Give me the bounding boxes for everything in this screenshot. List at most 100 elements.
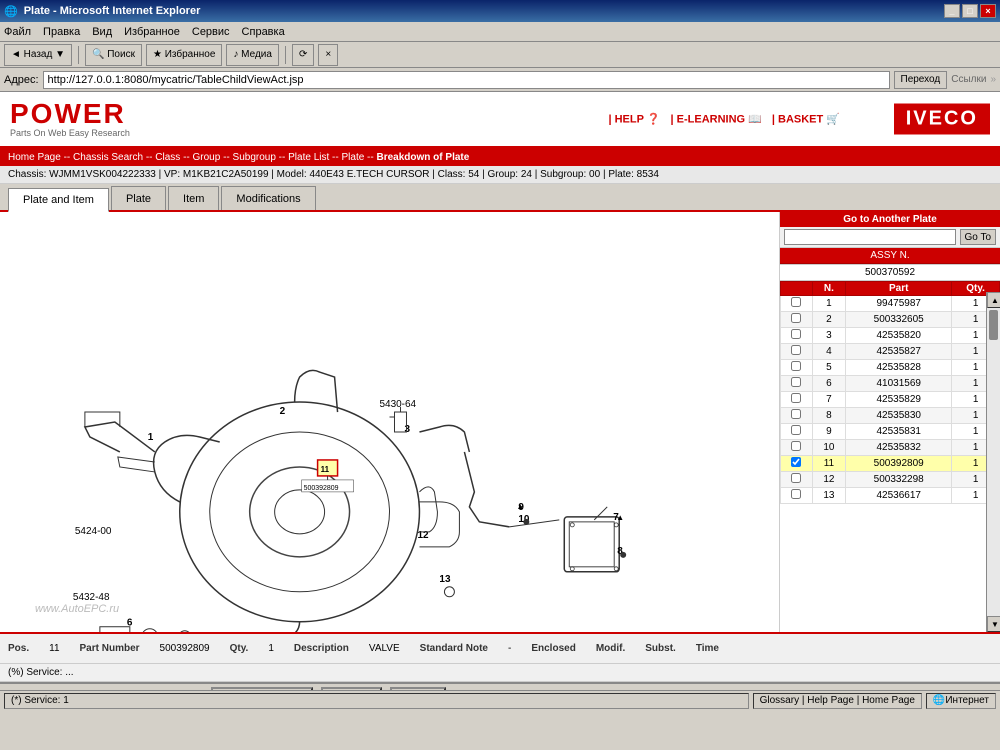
favorites-button[interactable]: ★ Избранное [146, 44, 222, 66]
toolbar-icon-2[interactable]: × [318, 44, 338, 66]
menu-view[interactable]: Вид [92, 26, 112, 38]
row-part[interactable]: 42535830 [846, 408, 952, 424]
go-button[interactable]: Переход [894, 71, 948, 89]
row-part[interactable]: 42535827 [846, 344, 952, 360]
table-row[interactable]: 8 42535830 1 [781, 408, 1000, 424]
table-row[interactable]: 10 42535832 1 [781, 440, 1000, 456]
breadcrumb-subgroup[interactable]: Subgroup [233, 152, 276, 163]
browser-content: POWER Parts On Web Easy Research | HELP … [0, 92, 1000, 690]
row-part[interactable]: 500392809 [846, 456, 952, 472]
close-button[interactable]: × [980, 4, 996, 18]
table-row[interactable]: 9 42535831 1 [781, 424, 1000, 440]
menu-favorites[interactable]: Избранное [124, 26, 180, 38]
menu-edit[interactable]: Правка [43, 26, 80, 38]
row-checkbox[interactable] [781, 424, 813, 440]
main-area: 11 500392809 1 2 3 5430-64 5424-00 [0, 212, 1000, 632]
globe-icon: 🌐 [933, 695, 945, 706]
note-value: - [508, 643, 511, 654]
print-button[interactable]: Print 🖨️ [321, 687, 382, 690]
tab-modifications[interactable]: Modifications [221, 186, 315, 210]
table-row[interactable]: 13 42536617 1 [781, 488, 1000, 504]
row-part[interactable]: 42535820 [846, 328, 952, 344]
row-num: 4 [812, 344, 846, 360]
breadcrumb-chassis[interactable]: Chassis Search [73, 152, 143, 163]
table-row[interactable]: 11 500392809 1 [781, 456, 1000, 472]
row-checkbox[interactable] [781, 360, 813, 376]
breadcrumb-group[interactable]: Group [193, 152, 221, 163]
row-part[interactable]: 42535828 [846, 360, 952, 376]
tab-bar: Plate and Item Plate Item Modifications [0, 184, 1000, 212]
goto-plate-input[interactable] [784, 229, 956, 245]
scroll-down[interactable]: ▼ [987, 616, 1000, 632]
minimize-button[interactable]: _ [944, 4, 960, 18]
row-part[interactable]: 500332605 [846, 312, 952, 328]
svg-text:▲: ▲ [516, 502, 524, 511]
row-checkbox[interactable] [781, 392, 813, 408]
media-button[interactable]: ♪ Медиа [226, 44, 279, 66]
tab-plate-and-item[interactable]: Plate and Item [8, 188, 109, 212]
scroll-up[interactable]: ▲ [987, 292, 1000, 308]
table-row[interactable]: 3 42535820 1 [781, 328, 1000, 344]
save-button[interactable]: Save 0 [390, 687, 445, 690]
row-num: 8 [812, 408, 846, 424]
row-part[interactable]: 41031569 [846, 376, 952, 392]
row-checkbox[interactable] [781, 376, 813, 392]
tab-item[interactable]: Item [168, 186, 219, 210]
row-checkbox[interactable] [781, 312, 813, 328]
desc-label: Description [294, 643, 349, 654]
tab-plate[interactable]: Plate [111, 186, 166, 210]
table-row[interactable]: 2 500332605 1 [781, 312, 1000, 328]
breadcrumb-platelist[interactable]: Plate List [288, 152, 329, 163]
parts-scrollbar[interactable]: ▲ ▼ [986, 292, 1000, 632]
row-checkbox[interactable] [781, 296, 813, 312]
table-row[interactable]: 7 42535829 1 [781, 392, 1000, 408]
table-row[interactable]: 1 99475987 1 [781, 296, 1000, 312]
row-checkbox[interactable] [781, 456, 813, 472]
table-row[interactable]: 12 500332298 1 [781, 472, 1000, 488]
help-link[interactable]: | HELP ❓ [608, 113, 660, 126]
breadcrumb-plate[interactable]: Plate [341, 152, 364, 163]
row-checkbox[interactable] [781, 344, 813, 360]
menu-tools[interactable]: Сервис [192, 26, 230, 38]
row-checkbox[interactable] [781, 472, 813, 488]
row-num: 2 [812, 312, 846, 328]
elearning-link[interactable]: | E-LEARNING 📖 [671, 113, 762, 126]
search-button[interactable]: 🔍 Поиск [85, 44, 142, 66]
table-row[interactable]: 4 42535827 1 [781, 344, 1000, 360]
title-bar: 🌐 Plate - Microsoft Internet Explorer _ … [0, 0, 1000, 22]
menu-help[interactable]: Справка [242, 26, 285, 38]
row-part[interactable]: 99475987 [846, 296, 952, 312]
toolbar-separator-1 [78, 46, 79, 64]
maximize-button[interactable]: □ [962, 4, 978, 18]
row-num: 1 [812, 296, 846, 312]
power-logo-text: POWER [10, 100, 126, 128]
diagram-svg: 11 500392809 1 2 3 5430-64 5424-00 [0, 212, 779, 632]
table-row[interactable]: 5 42535828 1 [781, 360, 1000, 376]
row-part[interactable]: 42535832 [846, 440, 952, 456]
row-checkbox[interactable] [781, 440, 813, 456]
row-part[interactable]: 500332298 [846, 472, 952, 488]
row-checkbox[interactable] [781, 408, 813, 424]
links-label: Ссылки [951, 74, 986, 85]
goto-plate-button[interactable]: Go To [960, 229, 997, 245]
row-part[interactable]: 42535831 [846, 424, 952, 440]
basket-link[interactable]: | BASKET 🛒 [772, 113, 840, 126]
row-part[interactable]: 42536617 [846, 488, 952, 504]
col-part: Part [846, 282, 952, 296]
toolbar-icon-1[interactable]: ⟳ [292, 44, 314, 66]
desc-value: VALVE [369, 643, 400, 654]
breadcrumb-home[interactable]: Home Page [8, 152, 61, 163]
breadcrumb-class[interactable]: Class [155, 152, 180, 163]
assy-value: 500370592 [780, 265, 1000, 281]
row-part[interactable]: 42535829 [846, 392, 952, 408]
menu-file[interactable]: Файл [4, 26, 31, 38]
address-input[interactable] [43, 71, 890, 89]
row-checkbox[interactable] [781, 488, 813, 504]
add-to-basket-button[interactable]: Add to Basket 🛒 [211, 687, 314, 690]
back-button[interactable]: ◄ Назад ▼ [4, 44, 72, 66]
window-controls[interactable]: _ □ × [944, 4, 996, 18]
browser-icon: 🌐 [4, 5, 18, 18]
svg-text:5432-48: 5432-48 [73, 592, 110, 603]
table-row[interactable]: 6 41031569 1 [781, 376, 1000, 392]
row-checkbox[interactable] [781, 328, 813, 344]
